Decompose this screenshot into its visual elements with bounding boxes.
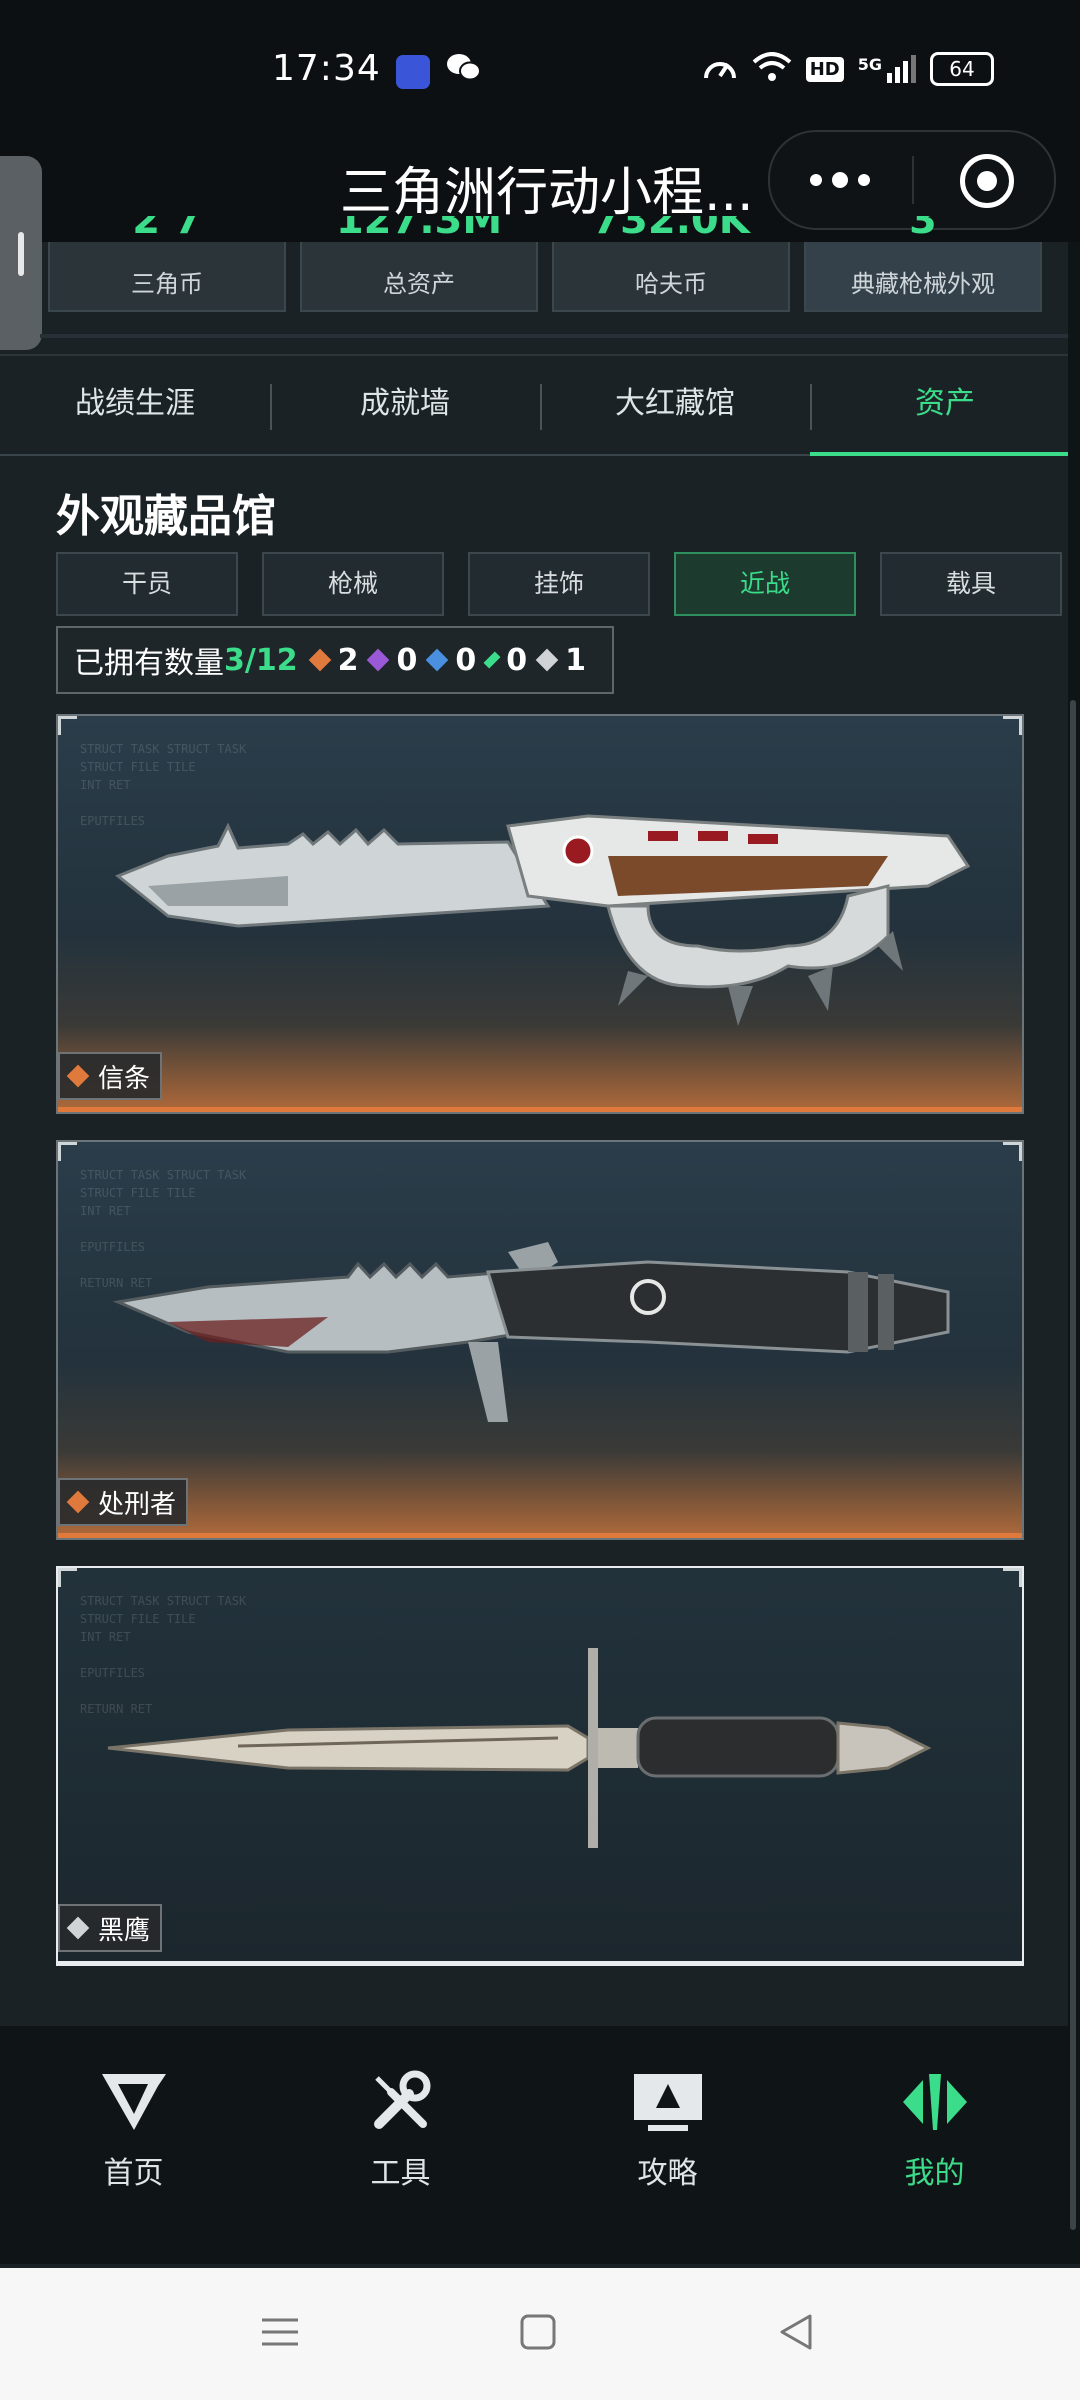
tab-red-collection[interactable]: 大红藏馆 [540,356,810,454]
profile-icon [902,2074,967,2130]
tab-assets[interactable]: 资产 [810,356,1080,456]
speed-icon [702,52,738,86]
more-icon[interactable] [810,172,870,188]
home-square-icon[interactable] [518,2312,558,2356]
stat-collection-skins: 3 典藏枪械外观 [804,216,1042,312]
item-name-tag: 黑鹰 [58,1904,163,1952]
nav-home[interactable]: 首页 [0,2026,267,2264]
rarity-count-green: 0 [483,643,527,678]
rarity-count-gold: 2 [308,643,358,678]
section-title: 外观藏品馆 [56,491,276,542]
knife-image-creed [115,814,971,1026]
knife-image-black-hawk [107,1648,932,1848]
category-charms[interactable]: 挂饰 [468,552,650,616]
owned-count-bar: 已拥有数量 3/12 2 0 0 0 1 [56,626,614,694]
tab-career[interactable]: 战绩生涯 [0,356,270,454]
nav-mine[interactable]: 我的 [801,2026,1068,2264]
stat-total-assets: 127.3M 总资产 [300,216,538,312]
wifi-icon [752,52,792,86]
owned-fraction: 3/12 [224,642,298,678]
item-name-tag: 信条 [58,1052,163,1100]
rarity-count-blue: 0 [426,643,476,678]
category-melee[interactable]: 近战 [674,552,856,616]
page-title: 三角洲行动小程... [340,163,754,223]
rarity-count-purple: 0 [367,643,417,678]
system-navigation-bar [0,2268,1080,2400]
back-triangle-icon[interactable] [776,2312,816,2356]
stats-divider [40,334,1076,338]
guide-icon [633,2074,702,2131]
close-miniprogram-icon[interactable] [960,154,1014,208]
stat-haf-coin: 732.0K 哈夫币 [552,216,790,312]
hd-icon: HD [805,56,844,82]
category-operators[interactable]: 干员 [56,552,238,616]
nav-guides[interactable]: 攻略 [534,2026,801,2264]
melee-item-card[interactable]: STRUCT TASK STRUCT TASK STRUCT FILE TILE… [56,1140,1024,1540]
tools-icon [373,2070,430,2129]
scrollbar-thumb[interactable] [1070,700,1076,2230]
nav-tools[interactable]: 工具 [267,2026,534,2264]
profile-tabs: 战绩生涯 成就墙 大红藏馆 资产 [0,354,1080,456]
logo-icon [101,2074,166,2130]
category-filter: 干员 枪械 挂饰 近战 载具 [56,552,1062,616]
side-drawer-handle[interactable] [0,156,42,350]
asset-stats: 2 7 三角币 127.3M 总资产 732.0K 哈夫币 3 典藏枪械外观 [48,216,1042,312]
bottom-navigation: 首页 工具 攻略 我的 [0,2026,1068,2264]
stat-delta-coin: 2 7 三角币 [48,216,286,312]
owned-label: 已拥有数量 [74,646,224,681]
status-time: 17:34 [272,48,381,89]
status-bar: 17:34 HD 5G 64 [0,0,1080,120]
signal-icon: 5G [858,55,916,83]
melee-item-card[interactable]: STRUCT TASK STRUCT TASK STRUCT FILE TILE… [56,714,1024,1114]
melee-item-card[interactable]: STRUCT TASK STRUCT TASK STRUCT FILE TILE… [56,1566,1024,1966]
category-vehicles[interactable]: 载具 [880,552,1062,616]
menu-icon[interactable] [260,2312,300,2356]
knife-image-executioner [112,1242,950,1422]
rarity-count-white: 1 [535,643,586,678]
item-name-tag: 处刑者 [58,1478,189,1526]
battery-indicator: 64 [930,52,994,86]
notification-app-icon [396,55,430,89]
tab-achievements[interactable]: 成就墙 [270,356,540,454]
capsule-menu [768,130,1056,230]
category-guns[interactable]: 枪械 [262,552,444,616]
wechat-icon [446,52,482,88]
